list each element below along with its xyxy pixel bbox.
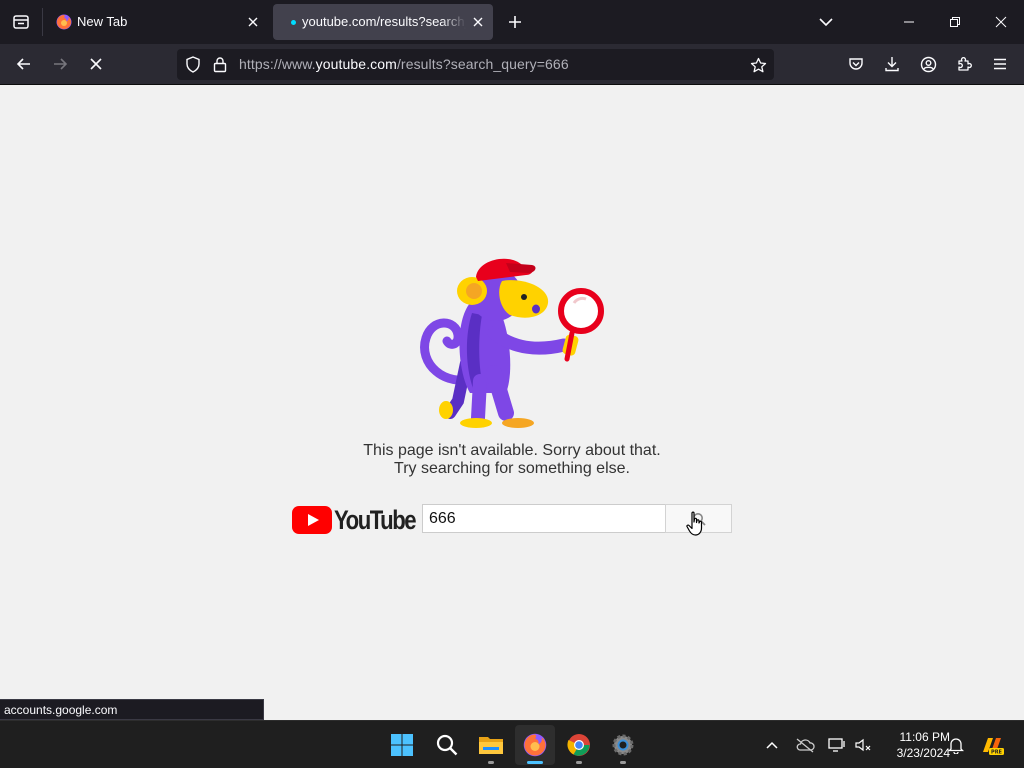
tab-title: New Tab — [77, 14, 128, 29]
error-message-line-2: Try searching for something else. — [394, 460, 630, 477]
tab-close-button[interactable] — [244, 13, 262, 31]
star-icon — [750, 57, 766, 72]
gear-icon — [612, 734, 634, 756]
windows-logo-icon — [391, 734, 413, 756]
volume-tray-icon[interactable] — [851, 733, 875, 757]
network-tray-icon[interactable] — [825, 733, 849, 757]
cloud-offline-icon — [796, 738, 815, 753]
stop-x-icon — [90, 58, 102, 70]
search-icon — [436, 734, 458, 756]
back-button[interactable] — [8, 48, 40, 80]
youtube-search-input[interactable]: 666 — [422, 504, 666, 533]
running-indicator — [488, 761, 494, 764]
puzzle-piece-icon — [958, 57, 972, 71]
arrow-right-icon — [54, 58, 68, 70]
loading-indicator-icon — [291, 20, 296, 25]
forward-button[interactable] — [44, 48, 76, 80]
chevron-down-icon — [819, 18, 833, 27]
taskbar-chrome[interactable] — [559, 725, 599, 765]
speaker-muted-icon — [855, 738, 871, 752]
copilot-preview-icon[interactable]: PRE — [978, 733, 1006, 757]
tab-title: youtube.com/results?search_query=666 — [302, 14, 466, 29]
start-button[interactable] — [382, 725, 422, 765]
hand-cursor-icon — [686, 511, 703, 536]
url-host: youtube.com — [315, 56, 397, 72]
notifications-button[interactable] — [944, 733, 968, 757]
account-icon — [920, 56, 936, 72]
hamburger-menu-icon — [994, 58, 1006, 70]
taskbar-search-button[interactable] — [427, 725, 467, 765]
new-tab-button[interactable] — [502, 8, 528, 36]
firefox-icon — [523, 733, 547, 757]
onedrive-tray-icon[interactable] — [793, 733, 817, 757]
tab-separator — [42, 8, 43, 36]
youtube-play-icon — [292, 506, 332, 534]
folder-icon — [479, 737, 503, 754]
link-status-bar: accounts.google.com — [0, 699, 264, 720]
close-icon — [248, 17, 258, 27]
account-button[interactable] — [912, 48, 944, 80]
url-prefix: https://www. — [239, 56, 316, 72]
error-message: This page isn't available. Sorry about t… — [312, 442, 712, 478]
clock-time: 11:06 PM — [899, 730, 950, 744]
firefox-icon — [56, 14, 72, 30]
close-icon — [473, 17, 483, 27]
url-path: /results?search_query=666 — [396, 56, 569, 72]
monitor-network-icon — [828, 738, 845, 752]
bookmark-star-button[interactable] — [748, 55, 768, 75]
running-indicator — [620, 761, 626, 764]
youtube-logo[interactable]: YouTube — [292, 505, 417, 535]
firefox-view-icon — [13, 15, 29, 29]
taskbar-firefox[interactable] — [515, 725, 555, 765]
plus-icon — [509, 16, 521, 28]
minimize-icon — [904, 21, 914, 23]
pocket-button[interactable] — [840, 48, 872, 80]
navigation-toolbar: https://www.youtube.com/results?search_q… — [0, 44, 1024, 85]
running-indicator — [527, 761, 543, 764]
lock-icon[interactable] — [213, 56, 227, 73]
download-icon — [885, 57, 899, 72]
url-text[interactable]: https://www.youtube.com/results?search_q… — [239, 56, 569, 72]
tab-strip: New Tab youtube.com/results?search_query… — [0, 0, 1024, 44]
restore-button[interactable] — [932, 0, 978, 44]
tab-new-tab[interactable]: New Tab — [46, 4, 268, 40]
downloads-button[interactable] — [876, 48, 908, 80]
chrome-icon — [567, 734, 590, 756]
svg-text:PRE: PRE — [991, 750, 1003, 756]
page-content: This page isn't available. Sorry about t… — [0, 85, 1024, 720]
stop-button[interactable] — [80, 48, 112, 80]
arrow-left-icon — [16, 58, 30, 70]
tab-close-button[interactable] — [469, 13, 487, 31]
minimize-button[interactable] — [886, 0, 932, 44]
system-clock[interactable]: 11:06 PM 3/23/2024 — [880, 729, 950, 761]
extensions-button[interactable] — [948, 48, 980, 80]
address-bar[interactable]: https://www.youtube.com/results?search_q… — [177, 49, 774, 80]
app-menu-button[interactable] — [984, 48, 1016, 80]
bell-icon — [948, 738, 964, 754]
firefox-view-button[interactable] — [0, 0, 42, 44]
monkey-with-magnifier-illustration — [420, 258, 604, 428]
tracking-protection-shield-icon[interactable] — [185, 56, 201, 73]
list-all-tabs-button[interactable] — [812, 8, 840, 36]
restore-icon — [950, 17, 960, 27]
windows-taskbar: 11:06 PM 3/23/2024 PRE — [0, 720, 1024, 768]
show-hidden-icons-button[interactable] — [760, 733, 784, 757]
copilot-icon: PRE — [983, 738, 1004, 756]
tab-youtube-results[interactable]: youtube.com/results?search_query=666 — [273, 4, 493, 40]
clock-date: 3/23/2024 — [896, 746, 950, 760]
chevron-up-icon — [766, 741, 778, 749]
taskbar-settings[interactable] — [603, 725, 643, 765]
taskbar-file-explorer[interactable] — [471, 725, 511, 765]
error-message-line-1: This page isn't available. Sorry about t… — [363, 442, 661, 459]
close-window-button[interactable] — [978, 0, 1024, 44]
youtube-wordmark: YouTube — [334, 505, 417, 535]
close-icon — [995, 16, 1007, 28]
running-indicator — [576, 761, 582, 764]
pocket-icon — [849, 58, 863, 70]
